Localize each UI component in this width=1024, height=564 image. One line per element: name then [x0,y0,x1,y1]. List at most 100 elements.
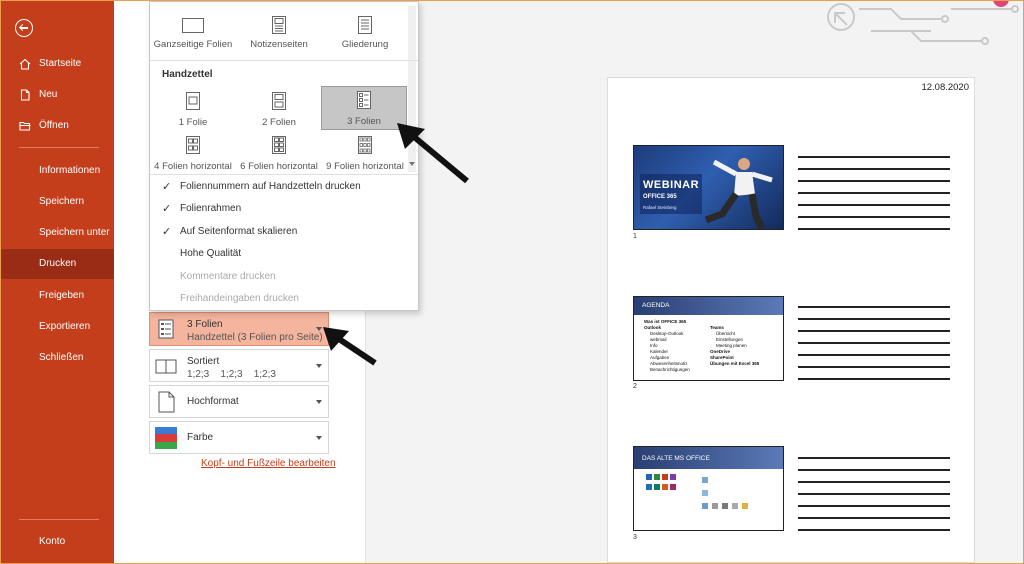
color-select[interactable]: Farbe [149,421,329,454]
sidebar-item-speichern-unter[interactable]: Speichern unter [1,218,114,248]
option-foliennummern[interactable]: ✓ Foliennummern auf Handzetteln drucken [150,176,418,198]
office-app-icon [654,484,660,490]
handout-option-2-folien[interactable]: 2 Folien [236,88,322,130]
option-label: Foliennummern auf Handzetteln drucken [180,181,361,192]
handout-option-label: 1 Folie [178,117,208,128]
office-app-icon [702,503,708,509]
notes-page-icon [272,16,286,34]
chevron-down-icon [316,400,322,404]
handout-option-label: 4 Folien horizontal [154,161,232,172]
office-app-icon [662,484,668,490]
option-label: Folienrahmen [180,203,242,214]
option-label: Auf Seitenformat skalieren [180,226,298,237]
sidebar-item-freigeben[interactable]: Freigeben [1,281,114,311]
notes-lines [798,306,950,390]
agenda-item: Teams [710,325,724,330]
handout-6-slides-icon [272,136,286,154]
sidebar-item-label: Freigeben [39,290,85,301]
handout-option-label: 6 Folien horizontal [240,161,318,172]
handout-1-slide-icon [186,92,200,110]
office-app-icon [646,484,652,490]
handout-3-slides-icon [158,319,174,339]
office-app-icon [702,490,708,496]
checkmark-icon: ✓ [162,181,172,193]
handout-date: 12.08.2020 [921,82,969,93]
slide-number: 3 [633,534,637,541]
office-app-icon [732,503,738,509]
layout-option-notizenseiten[interactable]: Notizenseiten [236,12,322,52]
handout-9-slides-icon [358,136,372,154]
layout-option-ganzseitige-folien[interactable]: Ganzseitige Folien [150,12,236,52]
outline-page-icon [358,16,372,34]
handout-option-label: 2 Folien [262,117,296,128]
office-app-icon [654,474,660,480]
notes-lines [798,457,950,541]
agenda-item: OneDrive [710,349,731,354]
layout-select[interactable]: 3 Folien Handzettel (3 Folien pro Seite) [149,312,329,346]
collate-select[interactable]: Sortiert 1;2;3 1;2;3 1;2;3 [149,349,329,382]
folder-open-icon [19,121,31,131]
sidebar-item-drucken[interactable]: Drucken [1,249,114,279]
sidebar-divider [19,519,99,520]
slide-number: 2 [633,383,637,390]
layout-option-label: Notizenseiten [250,39,308,50]
sidebar-item-schliessen[interactable]: Schließen [1,343,114,373]
office-app-icon [742,503,748,509]
collate-icon [155,359,177,374]
back-arrow-icon[interactable] [15,19,33,37]
handout-2-slides-icon [272,92,286,110]
orientation-select-label: Hochformat [187,396,239,407]
sidebar-item-label: Öffnen [39,120,69,131]
sidebar-item-konto[interactable]: Konto [1,527,114,557]
edit-header-footer-link[interactable]: Kopf- und Fußzeile bearbeiten [201,458,336,469]
sidebar-item-speichern[interactable]: Speichern [1,187,114,217]
sidebar-item-label: Speichern unter [39,227,110,238]
collate-select-label: Sortiert [187,356,220,367]
office-app-icon [702,477,708,483]
option-hohe-qualitaet[interactable]: Hohe Qualität [150,243,418,265]
collate-select-sub: 1;2;3 1;2;3 1;2;3 [187,369,276,380]
option-auf-seitenformat-skalieren[interactable]: ✓ Auf Seitenformat skalieren [150,221,418,243]
full-page-slide-icon [182,18,204,33]
option-label: Freihandeingaben drucken [180,293,299,304]
portrait-page-icon [158,391,175,413]
office-app-icon [670,484,676,490]
slide-subtitle: OFFICE 365 [643,194,677,200]
sidebar-item-neu[interactable]: Neu [1,80,114,110]
layout-option-label: Gliederung [341,39,389,50]
print-preview-page: 12.08.2020 WEBINAR OFFICE 365 Rafael Ste… [607,77,975,563]
office-app-icon [662,474,668,480]
checkmark-icon: ✓ [162,203,172,215]
sidebar-item-startseite[interactable]: Startseite [1,49,114,79]
sidebar-item-oeffnen[interactable]: Öffnen [1,111,114,141]
sidebar-item-label: Exportieren [39,321,91,332]
slide-title: WEBINAR [643,179,700,191]
sidebar-item-exportieren[interactable]: Exportieren [1,312,114,342]
slide-thumbnail-1: WEBINAR OFFICE 365 Rafael Steinberg [633,145,784,230]
option-folienrahmen[interactable]: ✓ Folienrahmen [150,198,418,220]
agenda-item: Übungen mit Excel 365 [710,361,760,366]
handout-option-6-folien-horizontal[interactable]: 6 Folien horizontal [236,132,322,174]
handout-option-1-folie[interactable]: 1 Folie [150,88,236,130]
slide-title: DAS ALTE MS OFFICE [642,455,710,462]
new-document-icon [20,89,30,101]
app-window: Startseite Neu Öffnen Informationen Spei… [0,0,1024,564]
sidebar-item-label: Informationen [39,165,101,176]
orientation-select[interactable]: Hochformat [149,385,329,418]
layout-option-gliederung[interactable]: Gliederung [322,12,408,52]
option-label: Kommentare drucken [180,271,276,282]
handout-option-4-folien-horizontal[interactable]: 4 Folien horizontal [150,132,236,174]
slide-thumbnail-3: DAS ALTE MS OFFICE [633,446,784,531]
office-app-icon [712,503,718,509]
office-app-icon [670,474,676,480]
agenda-column-1: Was ist OFFICE 365 Outlook Desktop-Outlo… [644,319,690,373]
sidebar-item-label: Neu [39,89,58,100]
slide-thumbnail-2: AGENDA Was ist OFFICE 365 Outlook Deskto… [633,296,784,381]
home-icon [19,58,31,70]
layout-option-label: Ganzseitige Folien [153,39,233,50]
sidebar-item-label: Startseite [39,58,82,69]
sidebar-item-informationen[interactable]: Informationen [1,156,114,186]
agenda-item: Outlook [644,325,661,330]
checkmark-icon: ✓ [162,226,172,238]
person-jumping-image [704,158,773,229]
